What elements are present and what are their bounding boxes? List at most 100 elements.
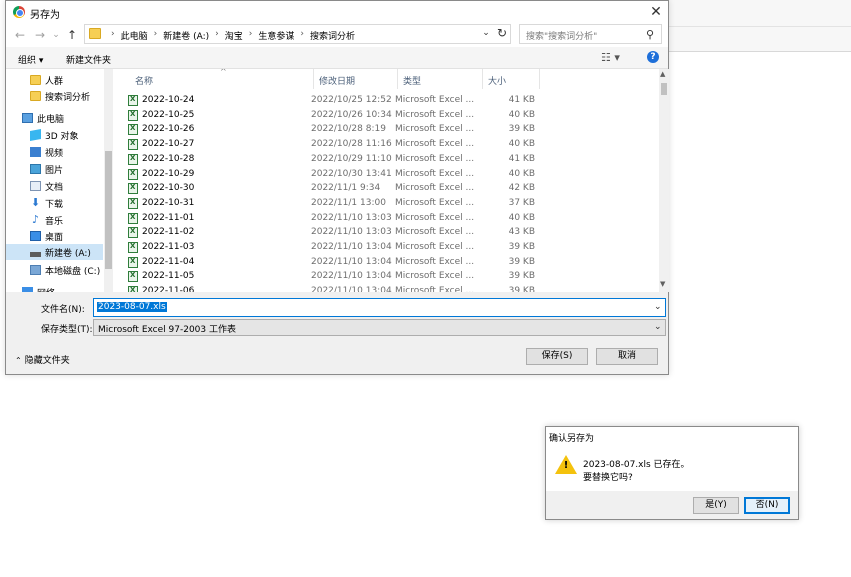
scroll-up-icon[interactable]: ▲ [660,70,665,78]
table-row[interactable]: 2022-10-25 2022/10/26 10:34Microsoft Exce… [123,109,537,123]
column-divider[interactable] [397,69,398,89]
download-icon: ⬇ [30,196,41,209]
savetype-dropdown-icon[interactable]: ⌄ [654,322,662,332]
file-name: 2022-10-29 [142,168,195,179]
breadcrumb-separator-icon[interactable]: › [243,29,259,42]
file-type: Microsoft Excel ... [395,242,475,252]
table-row[interactable]: 2022-10-30 2022/11/1 9:34 Microsoft Excel … [123,182,537,196]
table-row[interactable]: 2022-10-27 2022/10/28 11:16Microsoft Exce… [123,138,537,152]
breadcrumb-item[interactable]: 新建卷 (A:) [163,29,209,42]
view-options-icon[interactable]: ☷ ▾ [601,51,620,64]
address-dropdown-icon[interactable]: ⌄ [480,28,492,38]
breadcrumb-item[interactable]: 生意参谋 [258,29,294,42]
search-icon[interactable]: ⚲ [646,28,654,41]
nav-scrollbar-thumb[interactable] [105,151,112,269]
table-row[interactable]: 2022-11-01 2022/11/10 13:03Microsoft Exce… [123,212,537,226]
column-divider[interactable] [313,69,314,89]
file-date: 2022/11/10 13:04 [311,242,392,252]
folder-icon [89,28,101,39]
table-row[interactable]: 2022-11-06 2022/11/10 13:04Microsoft Exce… [123,285,537,292]
search-input[interactable]: 搜索"搜索词分析" ⚲ [519,24,662,44]
up-arrow-icon[interactable]: ↑ [64,27,80,43]
table-row[interactable]: 2022-11-03 2022/11/10 13:04Microsoft Exce… [123,241,537,255]
sidebar-item[interactable]: 本地磁盘 (C:) [6,262,103,278]
sidebar-item[interactable]: 文档 [6,178,103,194]
column-size-header[interactable]: 大小 [488,74,506,87]
folder-icon [30,75,41,85]
nav-scrollbar[interactable] [104,69,113,292]
save-button[interactable]: 保存(S) [526,348,588,365]
filename-input[interactable]: 2023-08-07.xls ⌄ [93,298,666,317]
address-bar[interactable]: › 此电脑 › 新建卷 (A:) › 淘宝 › 生意参谋 › 搜索词分析 ⌄ ↻ [84,24,511,44]
file-name: 2022-11-02 [142,227,195,238]
sidebar-item[interactable]: 视频 [6,144,103,160]
sidebar-item[interactable]: 搜索词分析 [6,88,103,104]
breadcrumb-separator-icon[interactable]: › [209,29,225,42]
filename-value[interactable]: 2023-08-07.xls [97,302,167,312]
sidebar-item[interactable]: 新建卷 (A:) [6,244,103,260]
breadcrumb-item[interactable]: 淘宝 [225,29,243,42]
table-row[interactable]: 2022-10-28 2022/10/29 11:10Microsoft Exce… [123,153,537,167]
yes-button[interactable]: 是(Y) [693,497,739,514]
hide-folders-toggle[interactable]: ⌃ 隐藏文件夹 [15,353,70,366]
close-icon[interactable]: ✕ [646,3,666,21]
column-divider[interactable] [482,69,483,89]
file-type: Microsoft Excel ... [395,139,475,150]
table-row[interactable]: 2022-10-24 2022/10/25 12:52Microsoft Exce… [123,94,537,108]
organize-button[interactable]: 组织 ▾ [18,53,43,66]
refresh-icon[interactable]: ↻ [495,26,509,40]
recent-chevron-icon[interactable]: ⌄ [48,27,64,43]
sidebar-item[interactable]: ♪ 音乐 [6,212,103,228]
column-type-header[interactable]: 类型 [403,74,421,87]
file-type: Microsoft Excel ... [395,286,475,292]
browser-toolbar-remnant [668,0,851,52]
dialog-title-bar[interactable]: 另存为 ✕ [6,1,668,23]
sidebar-item[interactable]: ⬇ 下载 [6,195,103,211]
breadcrumb-separator-icon[interactable]: › [148,29,164,42]
table-row[interactable]: 2022-11-04 2022/11/10 13:04Microsoft Exce… [123,256,537,270]
filename-dropdown-icon[interactable]: ⌄ [654,302,662,312]
sidebar-item[interactable]: 人群 [6,72,103,88]
chevron-up-icon: ⌃ [15,356,22,365]
new-folder-button[interactable]: 新建文件夹 [66,53,111,66]
sidebar-item[interactable]: 桌面 [6,228,103,244]
file-date: 2022/11/10 13:04 [311,271,392,282]
file-date: 2022/11/10 13:04 [311,286,392,292]
column-divider[interactable] [539,69,540,89]
file-name: 2022-11-04 [142,256,195,267]
savetype-select[interactable]: Microsoft Excel 97-2003 工作表 ⌄ [93,319,666,336]
pictures-icon [30,164,41,174]
table-row[interactable]: 2022-10-31 2022/11/1 13:00 Microsoft Excel… [123,197,537,211]
table-row[interactable]: 2022-11-02 2022/11/10 13:03Microsoft Exce… [123,226,537,240]
documents-icon [30,181,41,191]
no-button[interactable]: 否(N) [744,497,790,514]
forward-arrow-icon[interactable]: → [32,27,48,43]
cancel-button[interactable]: 取消 [596,348,658,365]
breadcrumb-item[interactable]: 搜索词分析 [310,29,355,42]
breadcrumb-separator-icon[interactable]: › [105,29,121,42]
column-name-header[interactable]: 名称 [135,74,153,87]
toolbar-divider [668,26,851,27]
breadcrumb-separator-icon[interactable]: › [294,29,310,42]
file-list-scrollbar-thumb[interactable] [661,83,667,95]
file-size: 41 KB [508,95,535,105]
sidebar-item[interactable]: 图片 [6,161,103,177]
file-size: 39 KB [508,286,535,292]
sidebar-item[interactable]: 3D 对象 [6,127,103,143]
excel-file-icon [128,139,138,151]
file-date: 2022/10/26 10:34 [311,109,392,120]
table-row[interactable]: 2022-10-26 2022/10/28 8:19 Microsoft Excel… [123,123,537,137]
scroll-down-icon[interactable]: ▼ [660,280,665,288]
breadcrumb-item[interactable]: 此电脑 [121,29,148,42]
file-list-scrollbar[interactable]: ▲ ▼ [659,69,669,292]
file-size: 40 KB [508,168,535,179]
confirm-save-as-dialog: 确认另存为 ! 2023-08-07.xls 已存在。 要替换它吗? 是(Y) … [545,426,799,520]
sidebar-item[interactable]: 此电脑 [6,110,103,126]
sidebar-item[interactable]: 网络 [6,284,103,292]
network-icon [22,287,33,292]
column-date-header[interactable]: 修改日期 [319,74,355,87]
help-icon[interactable]: ? [647,51,659,63]
back-arrow-icon[interactable]: ← [12,27,28,43]
table-row[interactable]: 2022-11-05 2022/11/10 13:04Microsoft Exce… [123,270,537,284]
table-row[interactable]: 2022-10-29 2022/10/30 13:41Microsoft Exce… [123,168,537,182]
